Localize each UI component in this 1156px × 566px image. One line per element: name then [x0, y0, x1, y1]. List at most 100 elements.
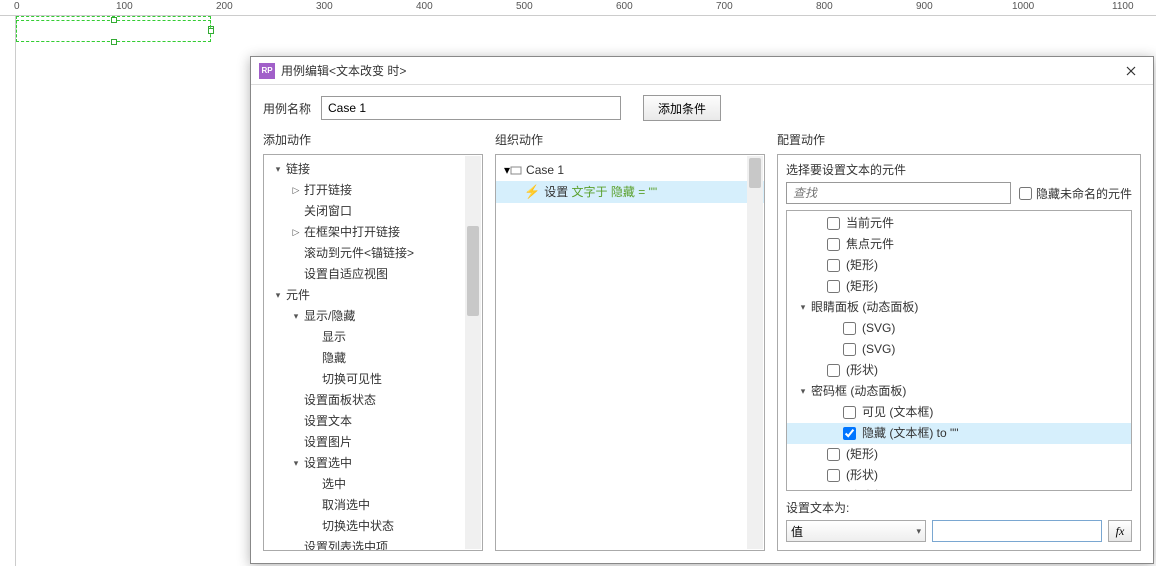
action-tree-item[interactable]: ▾链接 [264, 159, 482, 180]
widget-label: 隐藏 (文本框) to "" [862, 423, 959, 444]
widget-list-row[interactable]: (形状) [787, 465, 1131, 486]
widget-label: 焦点元件 [846, 234, 894, 255]
widget-label: 可见 (文本框) [862, 402, 933, 423]
action-tree-item[interactable]: 切换可见性 [264, 369, 482, 390]
ruler-tick: 800 [816, 1, 833, 12]
scrollbar-thumb[interactable] [749, 158, 761, 188]
scrollbar[interactable] [465, 156, 481, 549]
case-name-input[interactable] [321, 96, 621, 120]
tree-item-label: 设置文本 [304, 411, 352, 432]
action-tree-item[interactable]: 滚动到元件<锚链接> [264, 243, 482, 264]
action-tree-item[interactable]: 设置列表选中项 [264, 537, 482, 550]
close-button[interactable] [1117, 61, 1145, 81]
widget-search-input[interactable] [786, 182, 1011, 204]
action-tree-item[interactable]: ▷打开链接 [264, 180, 482, 201]
widget-list[interactable]: 当前元件焦点元件(矩形)(矩形)▾眼睛面板 (动态面板)(SVG)(SVG)(形… [786, 210, 1132, 491]
tree-item-label: 设置选中 [304, 453, 352, 474]
widget-checkbox[interactable] [843, 343, 856, 356]
widget-checkbox[interactable] [843, 406, 856, 419]
widget-list-row[interactable]: ▾眼睛面板 (动态面板) [787, 297, 1131, 318]
widget-checkbox[interactable] [827, 259, 840, 272]
widget-list-row[interactable]: 当前元件 [787, 213, 1131, 234]
tree-caret-icon: ▾ [797, 297, 809, 318]
hide-unnamed-toggle[interactable]: 隐藏未命名的元件 [1019, 185, 1132, 202]
action-tree-item[interactable]: ▾元件 [264, 285, 482, 306]
widget-list-row[interactable]: (矩形) [787, 444, 1131, 465]
action-tree-item[interactable]: 设置图片 [264, 432, 482, 453]
widget-label: 密码框 (动态面板) [811, 381, 906, 402]
widget-list-row[interactable]: (矩形) [787, 276, 1131, 297]
add-condition-button[interactable]: 添加条件 [643, 95, 721, 121]
widget-checkbox[interactable] [827, 280, 840, 293]
widget-checkbox[interactable] [827, 469, 840, 482]
tree-item-label: 关闭窗口 [304, 201, 352, 222]
widget-list-row[interactable]: (矩形) [787, 255, 1131, 276]
action-tree-item[interactable]: 取消选中 [264, 495, 482, 516]
widget-checkbox[interactable] [843, 322, 856, 335]
widget-list-row[interactable]: (SVG) [787, 318, 1131, 339]
tree-item-label: 设置列表选中项 [304, 537, 388, 550]
widget-list-row[interactable]: (形状) [787, 360, 1131, 381]
text-type-value: 值 [791, 523, 803, 540]
org-action-row[interactable]: ⚡ 设置 文字于 隐藏 = "" [496, 181, 764, 203]
widget-checkbox[interactable] [827, 217, 840, 230]
widget-label: (SVG) [862, 339, 895, 360]
resize-handle[interactable] [111, 17, 117, 23]
widget-checkbox[interactable] [827, 364, 840, 377]
fx-button[interactable]: fx [1108, 520, 1132, 542]
widget-list-row[interactable]: 焦点元件 [787, 234, 1131, 255]
action-tree-item[interactable]: ▾显示/隐藏 [264, 306, 482, 327]
case-name-bar: 用例名称 添加条件 [251, 85, 1153, 131]
action-tree-item[interactable]: ▾设置选中 [264, 453, 482, 474]
titlebar[interactable]: RP 用例编辑<文本改变 时> [251, 57, 1153, 85]
ruler-tick: 0 [14, 1, 20, 12]
ruler-tick: 700 [716, 1, 733, 12]
action-tree-item[interactable]: 设置自适应视图 [264, 264, 482, 285]
hide-unnamed-checkbox[interactable] [1019, 187, 1032, 200]
widget-list-row[interactable]: 可见 (文本框) [787, 402, 1131, 423]
close-icon [1126, 66, 1136, 76]
ruler-tick: 1000 [1012, 1, 1034, 12]
actions-tree[interactable]: ▾链接▷打开链接关闭窗口▷在框架中打开链接滚动到元件<锚链接>设置自适应视图▾元… [264, 155, 482, 550]
scrollbar[interactable] [747, 156, 763, 549]
action-tree-item[interactable]: 显示 [264, 327, 482, 348]
action-tree-item[interactable]: 隐藏 [264, 348, 482, 369]
action-tree-item[interactable]: 选中 [264, 474, 482, 495]
ruler-tick: 300 [316, 1, 333, 12]
widget-list-row[interactable]: 隐藏 (文本框) to "" [787, 423, 1131, 444]
action-tree-item[interactable]: 设置面板状态 [264, 390, 482, 411]
text-type-select[interactable]: 值 ▾ [786, 520, 926, 542]
ruler-tick: 100 [116, 1, 133, 12]
widget-label: 眼睛面板 (动态面板) [811, 297, 918, 318]
tree-item-label: 滚动到元件<锚链接> [304, 243, 414, 264]
tree-item-label: 显示/隐藏 [304, 306, 355, 327]
widget-checkbox[interactable] [843, 427, 856, 440]
case-icon [510, 164, 522, 176]
action-tree-item[interactable]: 切换选中状态 [264, 516, 482, 537]
tree-item-label: 显示 [322, 327, 346, 348]
axure-app-icon: RP [259, 63, 275, 79]
configure-panel: 选择要设置文本的元件 隐藏未命名的元件 当前元件焦点元件(矩形)(矩形)▾眼睛面… [777, 154, 1141, 551]
action-tree-item[interactable]: 设置文本 [264, 411, 482, 432]
scrollbar-thumb[interactable] [467, 226, 479, 316]
org-action-text: 设置 文字于 隐藏 = "" [544, 181, 657, 203]
canvas-widget-selection-inner[interactable] [16, 20, 211, 42]
editor-columns: 添加动作 ▾链接▷打开链接关闭窗口▷在框架中打开链接滚动到元件<锚链接>设置自适… [251, 131, 1153, 563]
tree-item-label: 打开链接 [304, 180, 352, 201]
org-case-row[interactable]: ▾ Case 1 [496, 159, 764, 181]
resize-handle[interactable] [208, 28, 214, 34]
widget-list-row[interactable]: (SVG) [787, 339, 1131, 360]
widget-list-row[interactable]: ▾密码框 (动态面板) [787, 381, 1131, 402]
tree-item-label: 元件 [286, 285, 310, 306]
action-tree-item[interactable]: ▷在框架中打开链接 [264, 222, 482, 243]
header-configure: 配置动作 [777, 131, 1141, 148]
action-tree-item[interactable]: 关闭窗口 [264, 201, 482, 222]
ruler-vertical [0, 16, 16, 566]
resize-handle[interactable] [111, 39, 117, 45]
text-value-input[interactable] [932, 520, 1102, 542]
case-editor-dialog: RP 用例编辑<文本改变 时> 用例名称 添加条件 添加动作 ▾链接▷打开链接关… [250, 56, 1154, 564]
widget-checkbox[interactable] [827, 238, 840, 251]
widget-label: (矩形) [846, 276, 878, 297]
widget-checkbox[interactable] [827, 448, 840, 461]
tree-item-label: 切换可见性 [322, 369, 382, 390]
